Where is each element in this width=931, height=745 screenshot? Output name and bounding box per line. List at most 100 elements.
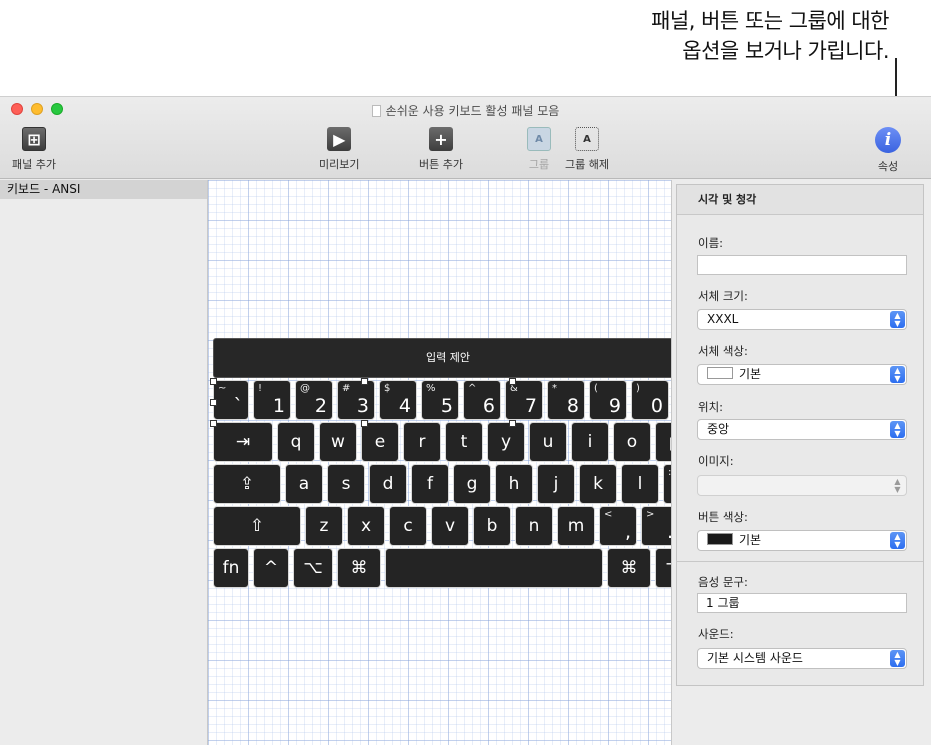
name-field[interactable] — [697, 255, 907, 275]
keyboard-key[interactable]: k — [579, 464, 617, 504]
keyboard-key[interactable]: u — [529, 422, 567, 462]
keyboard-key[interactable]: $4 — [379, 380, 417, 420]
keyboard-key[interactable]: <, — [599, 506, 637, 546]
position-value: 중앙 — [707, 422, 730, 436]
keyboard-key[interactable]: s — [327, 464, 365, 504]
selection-handle[interactable] — [361, 420, 368, 427]
selection-handle[interactable] — [509, 420, 516, 427]
panel-canvas[interactable]: 입력 제안 ~`!1@2#3$4%5^6&7*8(9)0⇥qwertyuiop⇪… — [208, 180, 671, 745]
keyboard-key[interactable]: % 5 — [421, 380, 459, 420]
key-main-label: 5 — [440, 395, 453, 417]
keyboard-key[interactable]: ⇪ — [213, 464, 281, 504]
keyboard-key[interactable]: f — [411, 464, 449, 504]
preview-button[interactable]: ▶ 미리보기 — [319, 127, 359, 172]
keyboard-key[interactable]: x — [347, 506, 385, 546]
key-main-label: f — [427, 474, 433, 494]
keyboard-key[interactable]: d — [369, 464, 407, 504]
speech-field[interactable]: 1 그룹 — [697, 593, 907, 613]
keyboard-key[interactable]: ~ ` — [213, 380, 249, 420]
callout-line-1: 패널, 버튼 또는 그룹에 대한 — [651, 9, 889, 33]
keyboard-key[interactable]: t — [445, 422, 483, 462]
sidebar-item-keyboard-ansi[interactable]: 키보드 - ANSI — [0, 180, 207, 199]
group-button[interactable]: A 그룹 — [527, 127, 551, 172]
key-main-label: v — [444, 516, 456, 536]
key-main-label: e — [374, 432, 386, 452]
font-color-popup[interactable]: 기본 ▲ ▼ — [697, 364, 907, 385]
keyboard-key[interactable]: ^ 6 — [463, 380, 501, 420]
sound-popup[interactable]: 기본 시스템 사운드 ▲ ▼ — [697, 648, 907, 669]
keyboard-key[interactable]: g — [453, 464, 491, 504]
keyboard-key[interactable]: e — [361, 422, 399, 462]
properties-button[interactable]: i 속성 — [875, 127, 901, 174]
keyboard-key[interactable]: a — [285, 464, 323, 504]
keyboard-key[interactable]: ⇧ — [213, 506, 301, 546]
keyboard-key[interactable]: q — [277, 422, 315, 462]
key-main-label: y — [500, 432, 512, 452]
selection-handle[interactable] — [361, 378, 368, 385]
font-size-popup[interactable]: XXXL ▲ ▼ — [697, 309, 907, 330]
keyboard-key[interactable]: & 7 — [505, 380, 543, 420]
section-title: 시각 및 청각 — [677, 185, 923, 215]
keyboard-key[interactable]: z — [305, 506, 343, 546]
keyboard-panel: 입력 제안 ~`!1@2#3$4%5^6&7*8(9)0⇥qwertyuiop⇪… — [210, 338, 671, 592]
screenshot-root: 패널, 버튼 또는 그룹에 대한 옵션을 보거나 가립니다. 손쉬운 사용 키보… — [0, 0, 931, 745]
keyboard-key[interactable] — [385, 548, 603, 588]
keyboard-key[interactable]: :; — [663, 464, 671, 504]
keyboard-key[interactable]: m — [557, 506, 595, 546]
key-main-label: , — [624, 521, 631, 543]
suggestion-bar[interactable]: 입력 제안 — [213, 338, 671, 378]
key-main-label: ^ — [263, 558, 279, 578]
add-panel-button[interactable]: ⊞ 패널 추가 — [12, 127, 56, 172]
add-button-label: 버튼 추가 — [419, 158, 463, 171]
ungroup-button[interactable]: A 그룹 해제 — [565, 127, 609, 172]
keyboard-key[interactable]: ⌘ — [607, 548, 651, 588]
selection-handle[interactable] — [210, 399, 217, 406]
panel-sidebar: 키보드 - ANSI — [0, 180, 208, 745]
add-panel-icon: ⊞ — [21, 127, 46, 151]
chevron-updown-icon: ▲ ▼ — [894, 477, 901, 494]
keyboard-key[interactable]: r — [403, 422, 441, 462]
key-main-label: fn — [222, 558, 240, 578]
position-popup[interactable]: 중앙 ▲ ▼ — [697, 419, 907, 440]
keyboard-key[interactable]: v — [431, 506, 469, 546]
add-panel-label: 패널 추가 — [12, 158, 56, 171]
visual-audio-section: 시각 및 청각 이름: 서체 크기: XXXL ▲ ▼ 서체 색상: 기본 ▲ ▼ … — [676, 184, 924, 686]
key-main-label: 4 — [398, 395, 411, 417]
keyboard-key[interactable]: @2 — [295, 380, 333, 420]
keyboard-key[interactable]: ⌥ — [293, 548, 333, 588]
keyboard-key[interactable]: c — [389, 506, 427, 546]
keyboard-key[interactable]: o — [613, 422, 651, 462]
selection-handle[interactable] — [210, 420, 217, 427]
keyboard-key[interactable]: #3 — [337, 380, 375, 420]
button-color-value: 기본 — [739, 533, 762, 547]
selection-handle[interactable] — [509, 378, 516, 385]
keyboard-key[interactable]: ⌥ — [655, 548, 671, 588]
keyboard-key[interactable]: ) 0 — [631, 380, 669, 420]
key-shift-label: % — [426, 383, 436, 394]
image-popup[interactable]: ▲ ▼ — [697, 475, 907, 496]
keyboard-key[interactable]: l — [621, 464, 659, 504]
keyboard-key[interactable]: h — [495, 464, 533, 504]
black-swatch-icon — [707, 533, 733, 545]
key-main-label: 2 — [314, 395, 327, 417]
keyboard-key[interactable]: ^ — [253, 548, 289, 588]
button-color-popup[interactable]: 기본 ▲ ▼ — [697, 530, 907, 551]
keyboard-key[interactable]: i — [571, 422, 609, 462]
selection-handle[interactable] — [210, 378, 217, 385]
keyboard-key[interactable]: ⌘ — [337, 548, 381, 588]
key-main-label: ⌘ — [620, 558, 638, 578]
keyboard-key[interactable]: fn — [213, 548, 249, 588]
keyboard-key[interactable]: ! 1 — [253, 380, 291, 420]
keyboard-key[interactable]: w — [319, 422, 357, 462]
add-button-button[interactable]: + 버튼 추가 — [419, 127, 463, 172]
keyboard-key[interactable]: y — [487, 422, 525, 462]
keyboard-key[interactable]: ⇥ — [213, 422, 273, 462]
keyboard-key[interactable]: j — [537, 464, 575, 504]
key-main-label: a — [298, 474, 310, 494]
keyboard-key[interactable]: (9 — [589, 380, 627, 420]
keyboard-key[interactable]: * 8 — [547, 380, 585, 420]
keyboard-key[interactable]: b — [473, 506, 511, 546]
keyboard-key[interactable]: >. — [641, 506, 671, 546]
keyboard-key[interactable]: p — [655, 422, 671, 462]
keyboard-key[interactable]: n — [515, 506, 553, 546]
